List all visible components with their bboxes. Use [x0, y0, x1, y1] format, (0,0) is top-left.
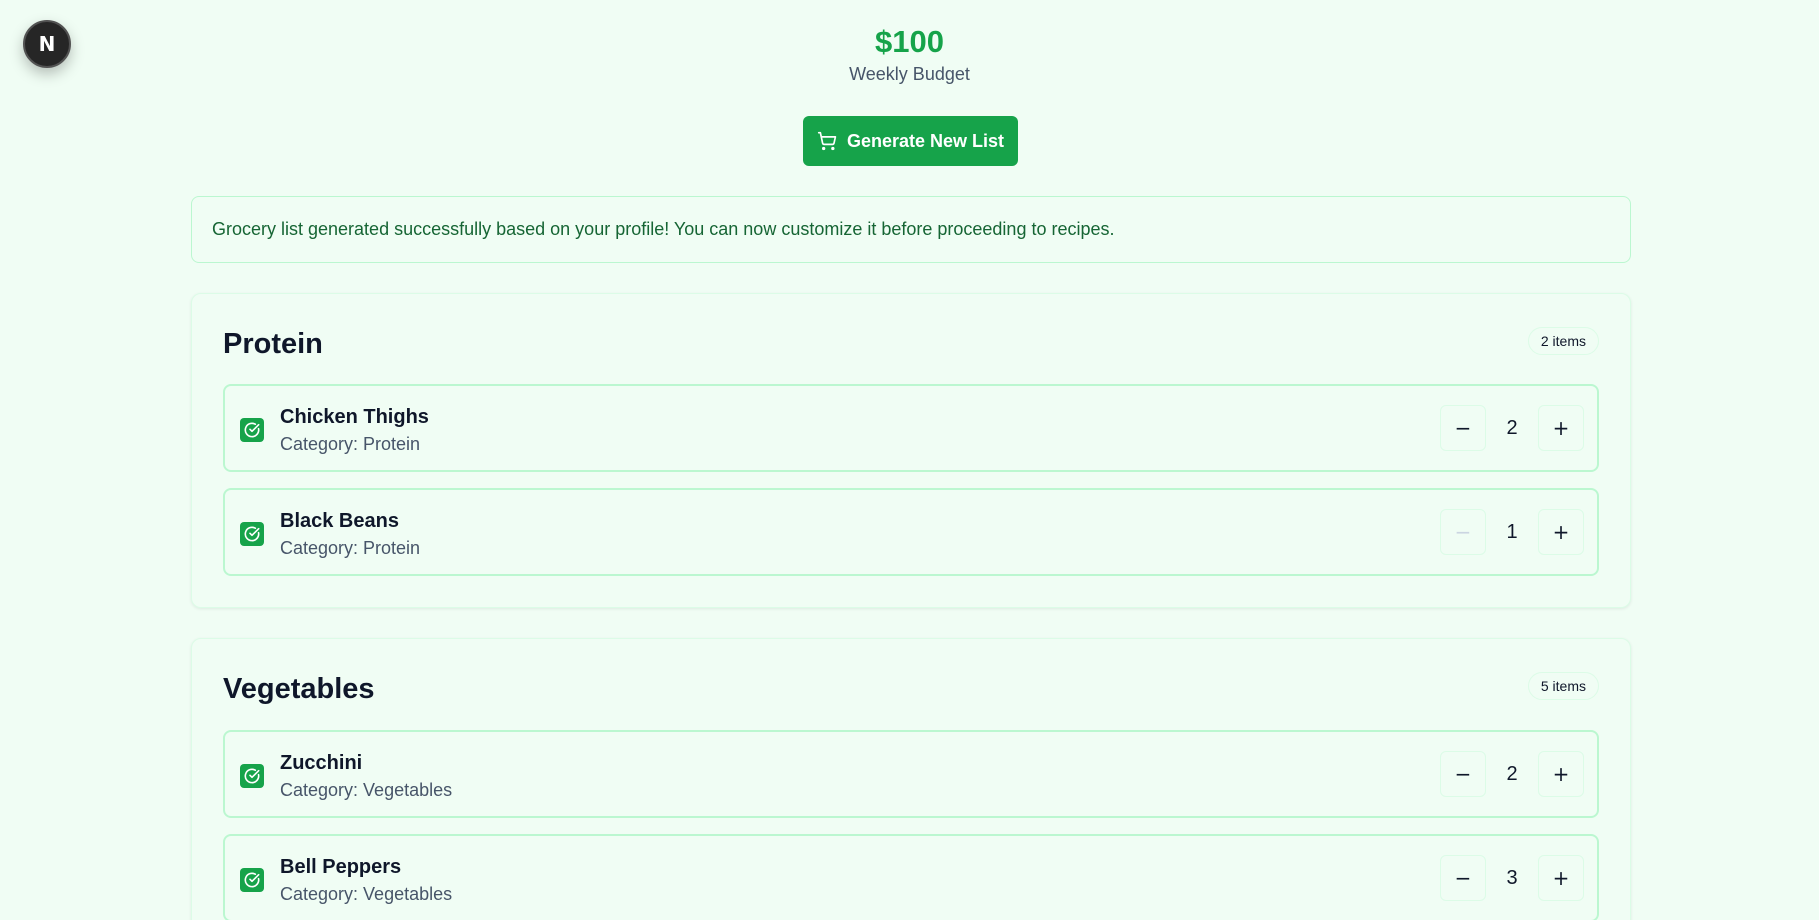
item-category: Category: Protein: [280, 538, 421, 558]
item-checkbox[interactable]: [240, 522, 264, 546]
increase-quantity-button[interactable]: +: [1538, 855, 1584, 901]
increase-quantity-button[interactable]: +: [1538, 509, 1584, 555]
category-title: Vegetables: [223, 673, 375, 705]
increase-quantity-button[interactable]: +: [1538, 405, 1584, 451]
item-checkbox[interactable]: [240, 868, 264, 892]
item-name: Chicken Thighs: [280, 406, 429, 428]
item-checkbox[interactable]: [240, 764, 264, 788]
item-name: Bell Peppers: [280, 856, 402, 878]
item-count-badge: 5 items: [1527, 672, 1599, 700]
generate-button-label: Generate New List: [846, 130, 1005, 151]
grocery-list-page: N $100 Weekly Budget Generate New List G…: [0, 0, 1819, 920]
budget-header: $100 Weekly Budget: [0, 22, 1819, 86]
decrease-quantity-button[interactable]: −: [1440, 751, 1486, 797]
budget-amount: $100: [875, 24, 944, 59]
decrease-quantity-button[interactable]: −: [1440, 405, 1486, 451]
item-checkbox[interactable]: [240, 418, 264, 442]
check-circle-icon: [244, 526, 260, 542]
quantity-value: 3: [1506, 866, 1518, 889]
quantity-value: 1: [1506, 520, 1518, 543]
grocery-item-row: Bell Peppers Category: Vegetables − 3 +: [223, 834, 1599, 920]
success-alert: Grocery list generated successfully base…: [191, 196, 1631, 263]
quantity-value: 2: [1506, 416, 1518, 439]
alert-message: Grocery list generated successfully base…: [212, 219, 1115, 239]
item-category: Category: Protein: [280, 434, 421, 454]
increase-quantity-button[interactable]: +: [1538, 751, 1584, 797]
category-card-vegetables: Vegetables 5 items Zucchini Category: Ve…: [191, 638, 1631, 920]
decrease-quantity-button[interactable]: −: [1440, 509, 1486, 555]
item-category: Category: Vegetables: [280, 780, 453, 800]
decrease-quantity-button[interactable]: −: [1440, 855, 1486, 901]
item-category: Category: Vegetables: [280, 884, 453, 904]
check-circle-icon: [244, 768, 260, 784]
check-circle-icon: [244, 872, 260, 888]
item-name: Black Beans: [280, 510, 399, 532]
budget-label: Weekly Budget: [849, 64, 970, 84]
category-title: Protein: [223, 328, 323, 360]
shopping-cart-icon: [817, 131, 837, 151]
category-card-protein: Protein 2 items Chicken Thighs Category:…: [191, 293, 1631, 608]
item-count-badge: 2 items: [1527, 327, 1599, 355]
quantity-value: 2: [1506, 762, 1518, 785]
item-name: Zucchini: [280, 752, 363, 774]
check-circle-icon: [244, 422, 260, 438]
grocery-item-row: Chicken Thighs Category: Protein − 2 +: [223, 384, 1599, 472]
grocery-item-row: Black Beans Category: Protein − 1 +: [223, 488, 1599, 576]
grocery-item-row: Zucchini Category: Vegetables − 2 +: [223, 730, 1599, 818]
generate-new-list-button[interactable]: Generate New List: [803, 116, 1018, 166]
